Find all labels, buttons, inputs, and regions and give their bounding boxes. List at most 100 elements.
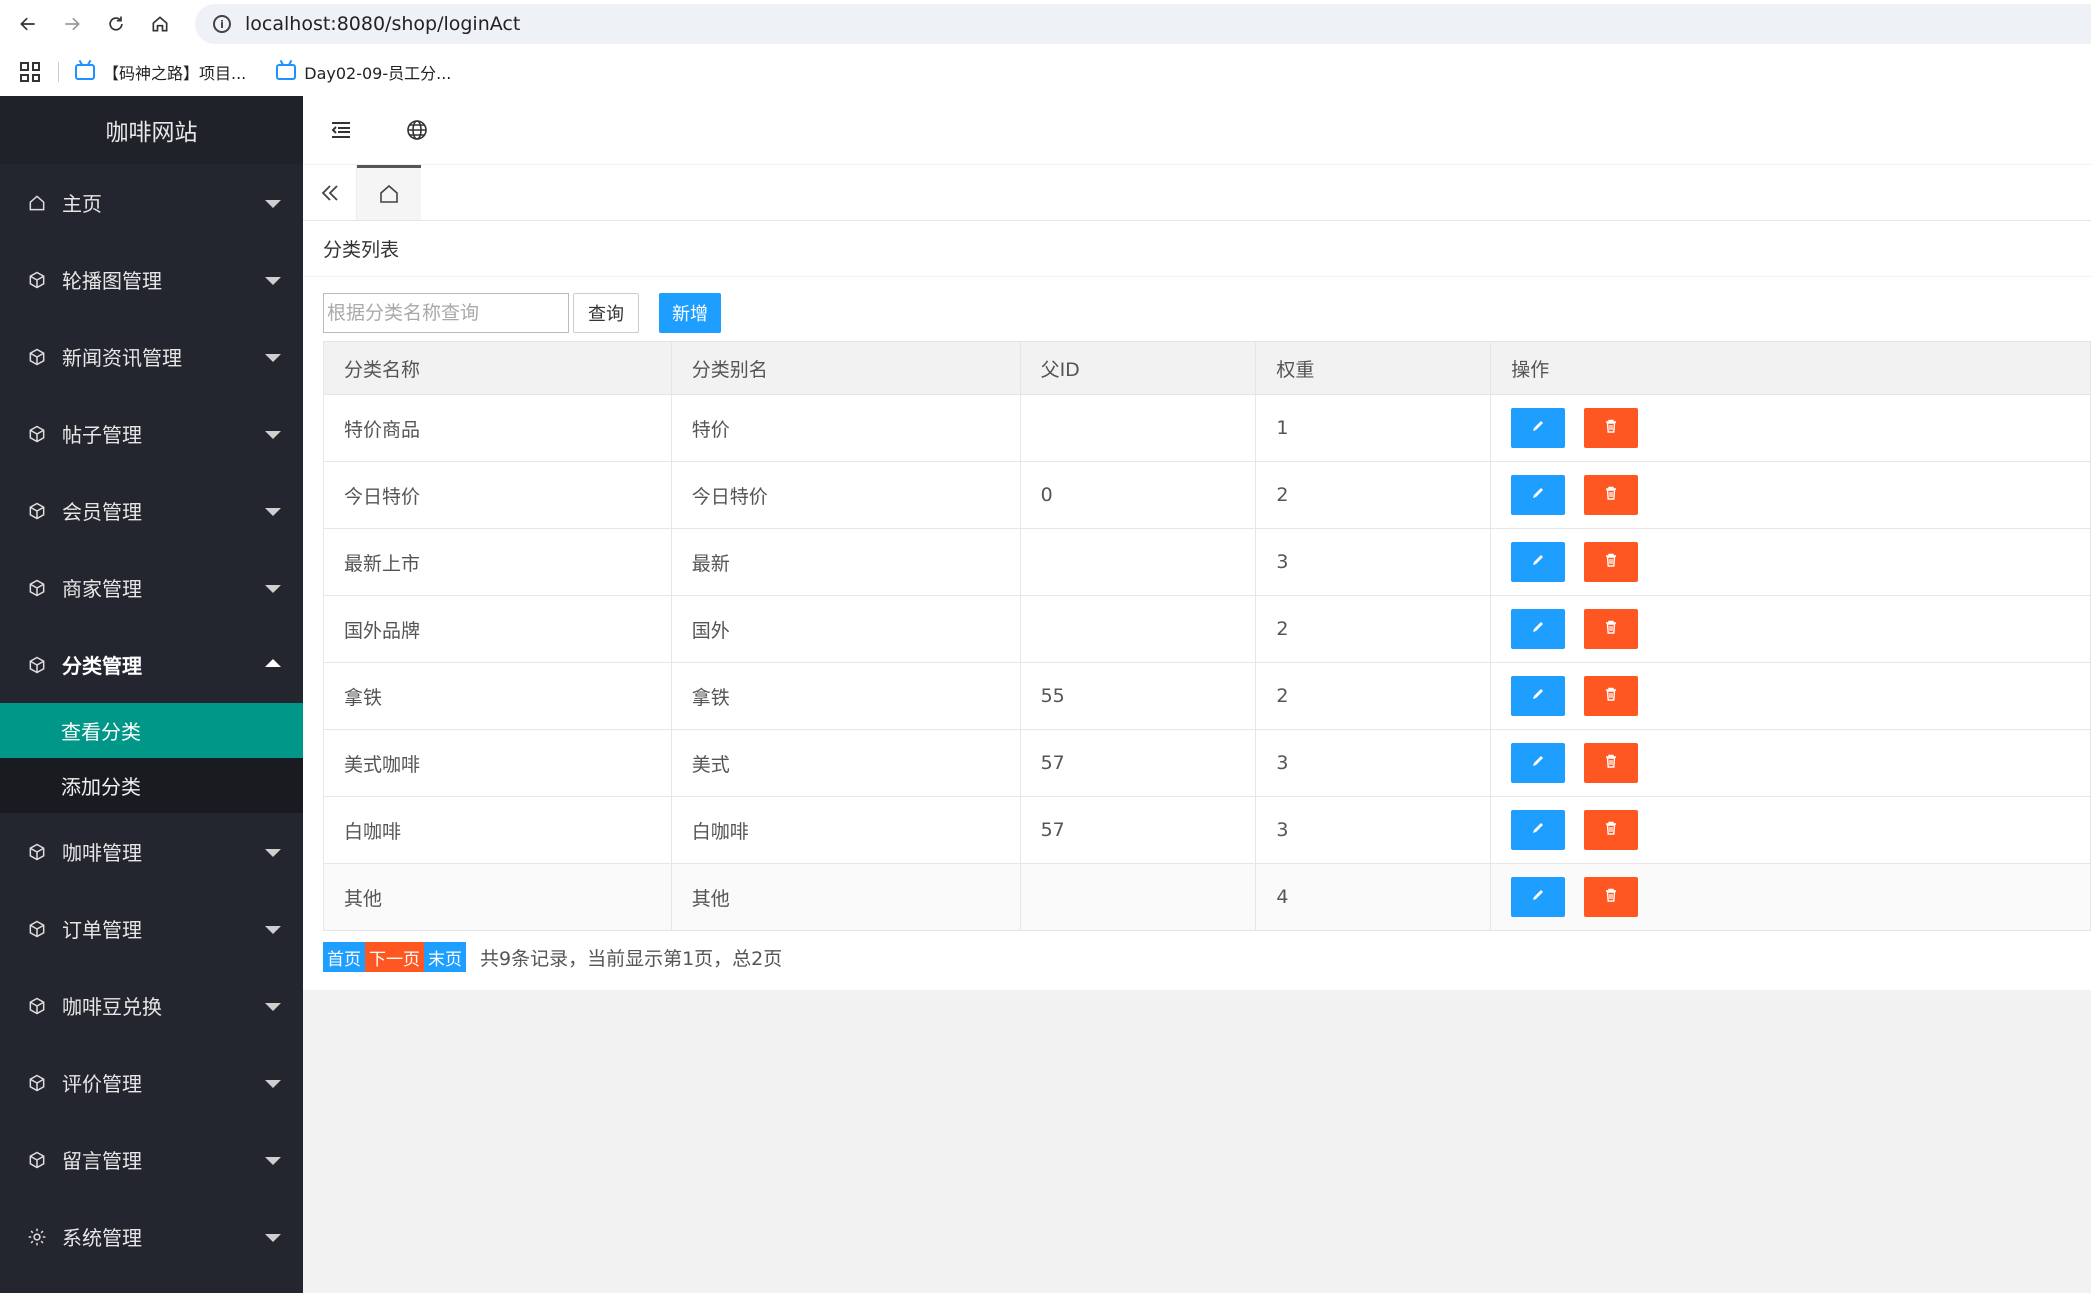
sidebar-item[interactable]: 咖啡豆兑换 [0, 967, 303, 1044]
edit-button[interactable] [1511, 609, 1566, 649]
apps-icon[interactable] [20, 62, 40, 82]
sidebar-item-label: 留言管理 [62, 1149, 142, 1173]
pagination-info: 共9条记录，当前显示第1页，总2页 [480, 947, 783, 970]
cube-icon [26, 577, 48, 599]
delete-button[interactable] [1584, 676, 1639, 716]
sidebar-item[interactable]: 咖啡管理 [0, 813, 303, 890]
cube-icon [26, 918, 48, 940]
chevron-down-icon [265, 276, 281, 285]
edit-button[interactable] [1511, 877, 1566, 917]
reload-icon[interactable] [94, 0, 138, 48]
back-icon[interactable] [6, 0, 50, 48]
bookmark-2[interactable]: Day02-09-员工分... [276, 60, 451, 84]
actions-cell [1490, 461, 2091, 529]
sidebar-item-label: 帖子管理 [62, 423, 142, 447]
submenu-item-add-category[interactable]: 添加分类 [0, 758, 303, 813]
column-header: 分类名称 [323, 341, 672, 395]
cube-icon [26, 995, 48, 1017]
trash-icon [1603, 886, 1619, 908]
table-cell: 特价商品 [323, 394, 672, 462]
sidebar-item[interactable]: 新闻资讯管理 [0, 318, 303, 395]
table-cell: 4 [1255, 863, 1492, 931]
tab-home[interactable] [357, 165, 421, 220]
delete-button[interactable] [1584, 475, 1639, 515]
last-page-button[interactable]: 末页 [424, 942, 466, 972]
sidebar: 咖啡网站 主页 轮播图管理 新闻资讯管理帖子管理会员管理 商家管理 分类管理 查看分类 添加… [0, 96, 303, 1293]
sidebar-item[interactable]: 商家管理 [0, 549, 303, 626]
sidebar-item[interactable]: 轮播图管理 [0, 241, 303, 318]
actions-cell [1490, 595, 2091, 663]
home-icon [380, 184, 398, 203]
sidebar-item[interactable]: 帖子管理 [0, 395, 303, 472]
home-browser-icon[interactable] [138, 0, 182, 48]
delete-button[interactable] [1584, 810, 1639, 850]
edit-button[interactable] [1511, 810, 1566, 850]
first-page-button[interactable]: 首页 [323, 942, 365, 972]
bookmark-1[interactable]: 【码神之路】项目... [75, 60, 246, 84]
sidebar-item[interactable]: 会员管理 [0, 472, 303, 549]
forward-icon[interactable] [50, 0, 94, 48]
search-input[interactable] [323, 293, 569, 333]
site-logo: 咖啡网站 [0, 96, 303, 164]
delete-button[interactable] [1584, 408, 1639, 448]
sidebar-item[interactable]: 评价管理 [0, 1044, 303, 1121]
pencil-icon [1530, 819, 1546, 841]
url-text: localhost:8080/shop/loginAct [245, 13, 521, 35]
table-row: 白咖啡 白咖啡 57 3 [323, 796, 2091, 864]
edit-button[interactable] [1511, 542, 1566, 582]
globe-icon[interactable] [379, 96, 455, 165]
pencil-icon [1530, 484, 1546, 506]
submenu-item-view-category[interactable]: 查看分类 [0, 703, 303, 758]
sidebar-item[interactable]: 分类管理 [0, 626, 303, 703]
query-button[interactable]: 查询 [573, 293, 639, 333]
chevron-down-icon [265, 584, 281, 593]
table-cell: 1 [1255, 394, 1492, 462]
tab-scroll-left-icon[interactable] [303, 165, 357, 220]
table-cell: 国外品牌 [323, 595, 672, 663]
table-row: 特价商品 特价 1 [323, 394, 2091, 462]
menu-toggle-icon[interactable] [303, 96, 379, 165]
table-cell [1019, 595, 1257, 663]
table-cell: 最新 [670, 528, 1021, 596]
sidebar-item-label: 系统管理 [62, 1226, 142, 1250]
table-cell: 今日特价 [323, 461, 672, 529]
next-page-button[interactable]: 下一页 [365, 942, 424, 972]
table-cell: 拿铁 [323, 662, 672, 730]
chevron-down-icon [265, 1233, 281, 1242]
edit-button[interactable] [1511, 743, 1566, 783]
chevron-down-icon [265, 1079, 281, 1088]
bilibili-icon [75, 64, 95, 80]
table-row: 国外品牌 国外 2 [323, 595, 2091, 663]
gear-icon [26, 1226, 48, 1248]
edit-button[interactable] [1511, 475, 1566, 515]
table-cell: 白咖啡 [670, 796, 1021, 864]
add-button[interactable]: 新增 [659, 293, 721, 333]
table-cell: 国外 [670, 595, 1021, 663]
pencil-icon [1530, 417, 1546, 439]
delete-button[interactable] [1584, 542, 1639, 582]
delete-button[interactable] [1584, 609, 1639, 649]
address-bar[interactable]: i localhost:8080/shop/loginAct [195, 4, 2091, 44]
delete-button[interactable] [1584, 877, 1639, 917]
table-cell: 2 [1255, 662, 1492, 730]
table-row: 最新上市 最新 3 [323, 528, 2091, 596]
sidebar-item[interactable]: 订单管理 [0, 890, 303, 967]
sidebar-menu: 主页 轮播图管理 新闻资讯管理帖子管理会员管理 商家管理 分类管理 查看分类 添加分类 咖啡管… [0, 164, 303, 1275]
sidebar-item[interactable]: 留言管理 [0, 1121, 303, 1198]
site-info-icon[interactable]: i [213, 15, 231, 33]
edit-button[interactable] [1511, 408, 1566, 448]
sidebar-submenu: 查看分类 添加分类 [0, 703, 303, 813]
edit-button[interactable] [1511, 676, 1566, 716]
chevron-down-icon [265, 507, 281, 516]
cube-icon [26, 500, 48, 522]
pencil-icon [1530, 618, 1546, 640]
delete-button[interactable] [1584, 743, 1639, 783]
bookmark-label: Day02-09-员工分... [304, 64, 452, 83]
sidebar-item[interactable]: 主页 [0, 164, 303, 241]
pencil-icon [1530, 886, 1546, 908]
column-header: 分类别名 [670, 341, 1021, 395]
sidebar-item[interactable]: 系统管理 [0, 1198, 303, 1275]
trash-icon [1603, 752, 1619, 774]
chevron-down-icon [265, 199, 281, 208]
actions-cell [1490, 863, 2091, 931]
